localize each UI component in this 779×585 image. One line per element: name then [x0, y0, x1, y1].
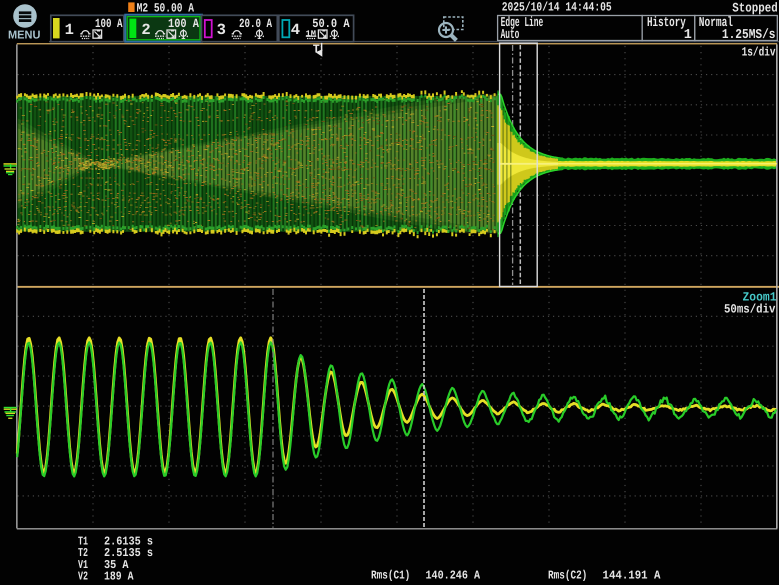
svg-text:1.25MS/s: 1.25MS/s [722, 28, 776, 43]
svg-text:2: 2 [141, 21, 150, 39]
svg-text:Auto: Auto [501, 28, 520, 43]
svg-text:100 A: 100 A [168, 17, 199, 31]
svg-text:Rms(C2): Rms(C2) [548, 568, 587, 582]
svg-text:100 A: 100 A [95, 17, 123, 31]
svg-text:1M: 1M [306, 29, 317, 39]
svg-text:1: 1 [684, 28, 692, 43]
svg-text:3: 3 [217, 21, 226, 39]
svg-text:20.0 A: 20.0 A [239, 17, 272, 31]
svg-text:4: 4 [291, 21, 300, 39]
svg-text:V2: V2 [78, 569, 88, 583]
svg-text:M2 50.00 A: M2 50.00 A [137, 1, 195, 15]
svg-text:1s/div: 1s/div [742, 45, 776, 59]
svg-text:50.0 A: 50.0 A [312, 17, 350, 31]
svg-text:144.191 A: 144.191 A [603, 568, 662, 582]
svg-text:Stopped: Stopped [732, 1, 778, 16]
svg-text:189 A: 189 A [104, 569, 134, 583]
svg-text:History: History [647, 16, 686, 31]
svg-text:Rms(C1): Rms(C1) [371, 568, 410, 582]
svg-text:MENU: MENU [8, 30, 40, 42]
svg-text:50ms/div: 50ms/div [724, 303, 776, 317]
svg-text:2025/10/14 14:44:05: 2025/10/14 14:44:05 [502, 1, 612, 15]
svg-text:T: T [313, 43, 320, 57]
svg-text:140.246 A: 140.246 A [426, 568, 481, 582]
svg-text:1: 1 [65, 21, 74, 39]
